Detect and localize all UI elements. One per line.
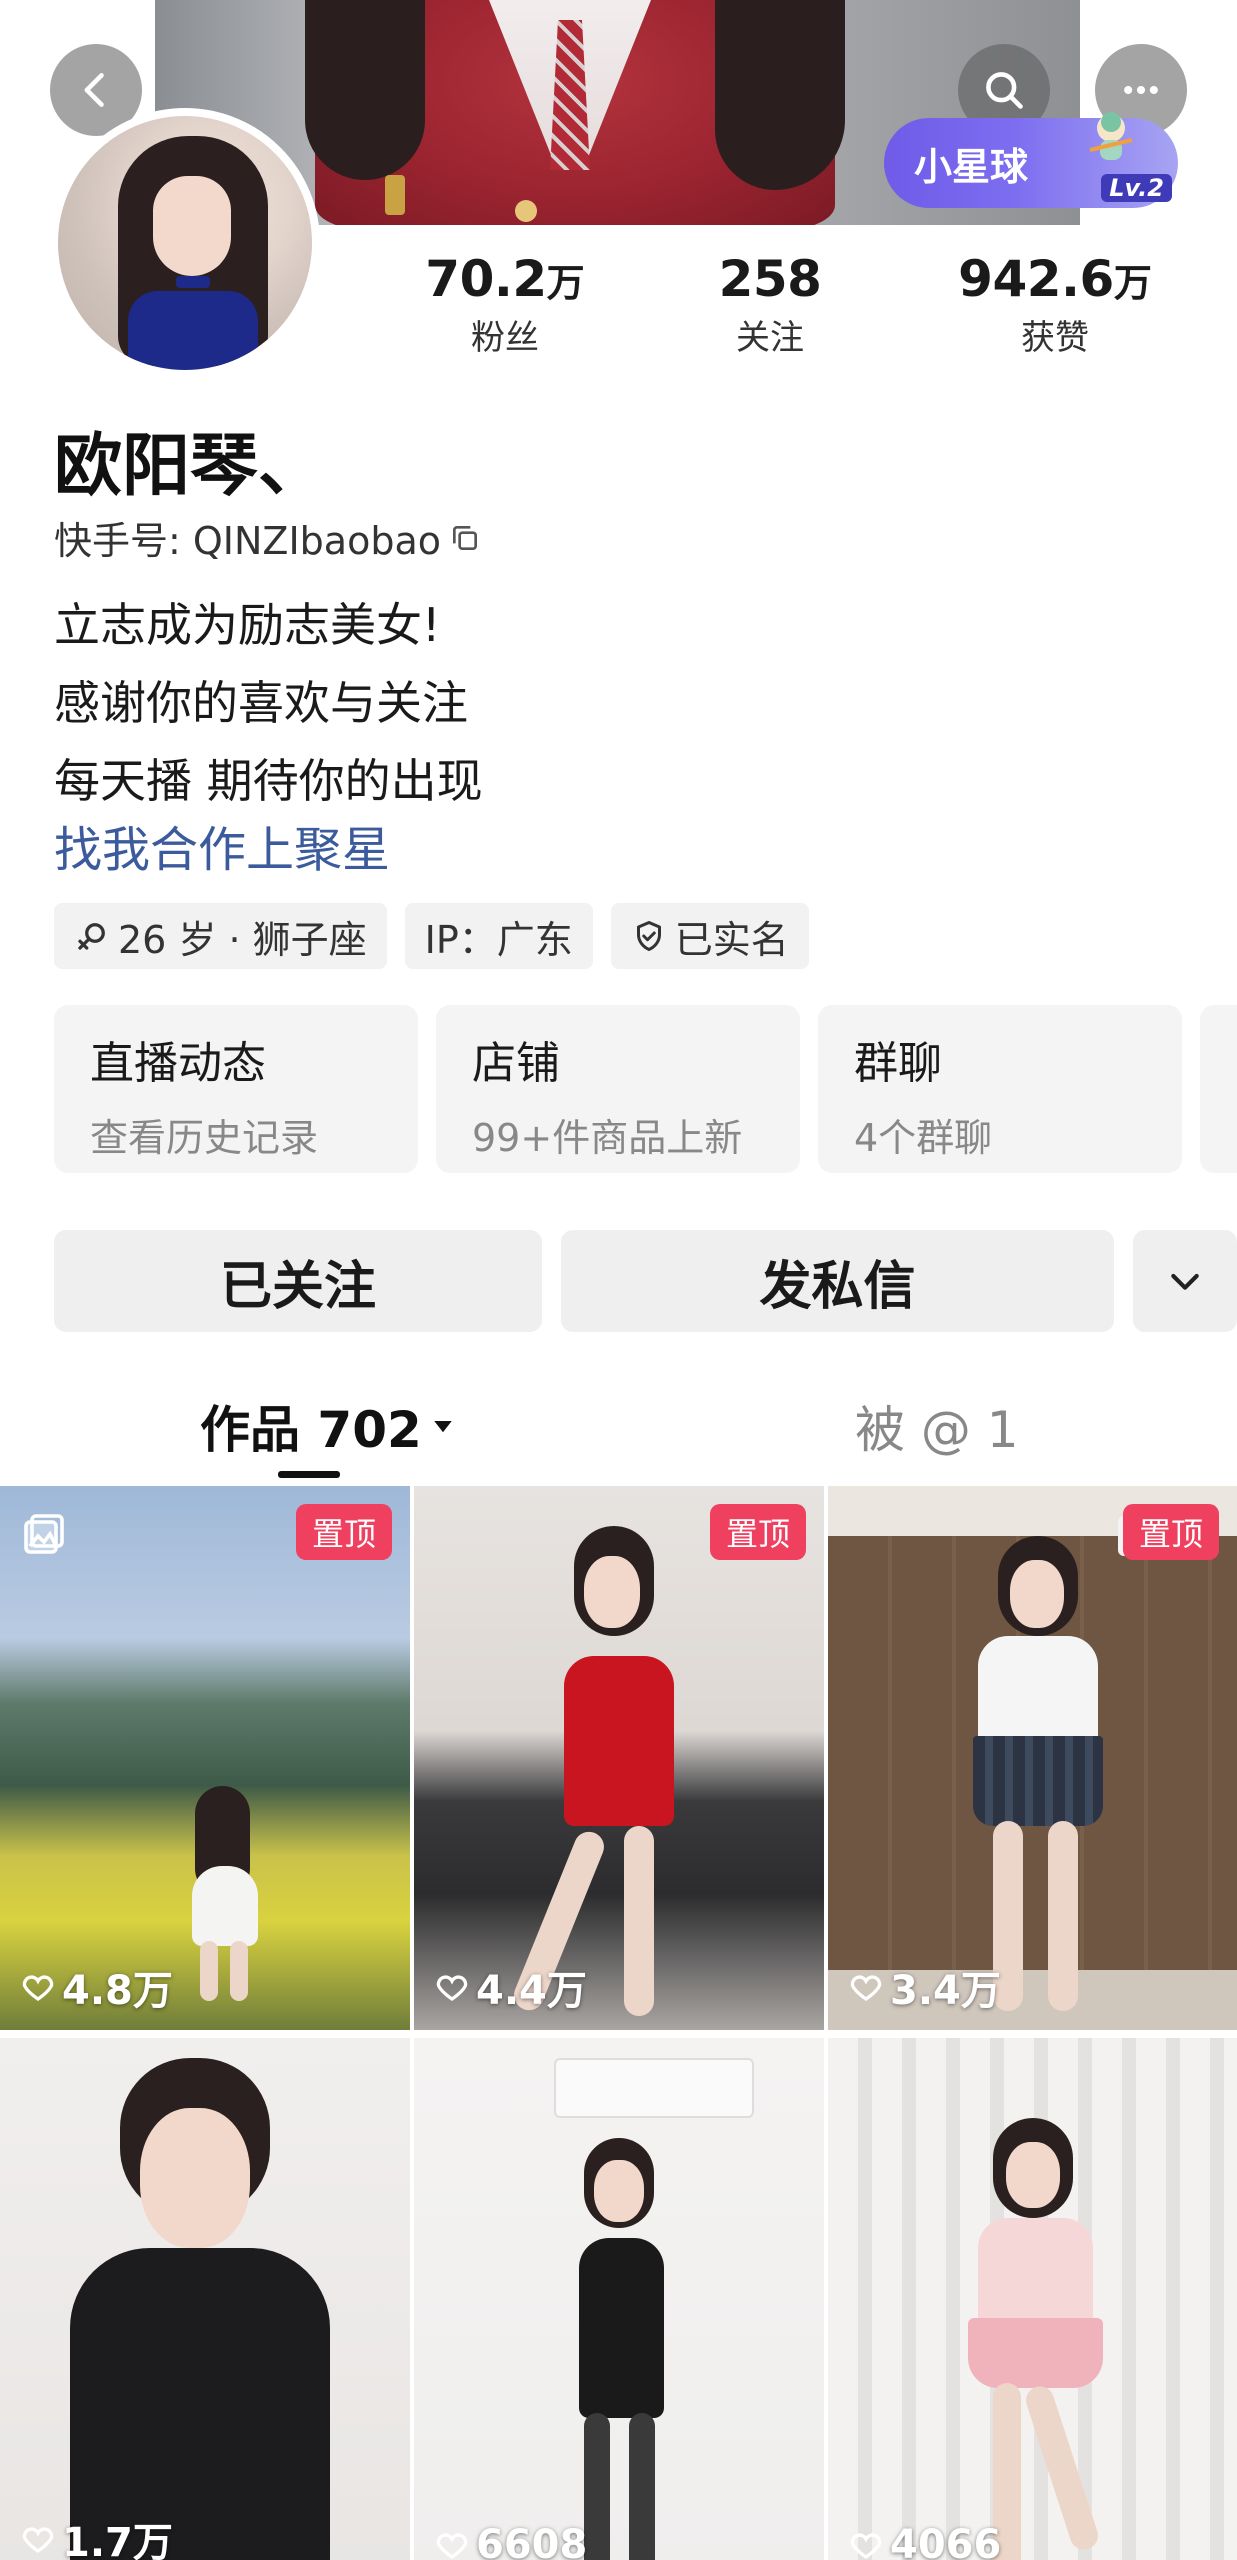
card-subtitle: 4个群聊	[854, 1116, 993, 1160]
live-history-card[interactable]: 直播动态 查看历史记录	[54, 1005, 418, 1173]
video-likes: 1.7万	[20, 2510, 173, 2560]
heart-icon	[22, 2527, 54, 2553]
profile-name: 欧阳琴、	[54, 427, 327, 506]
video-likes: 4.4万	[434, 1958, 587, 2016]
more-card-partial[interactable]	[1200, 1005, 1237, 1173]
video-grid: 置顶 4.8万 置顶 4.4万 置顶 3.4万 1.7万 6608 4066	[0, 1486, 1237, 2560]
heart-icon	[850, 2533, 882, 2559]
video-likes-count: 6608	[476, 2522, 588, 2560]
verified-tag-text: 已实名	[674, 917, 789, 962]
shop-card[interactable]: 店铺 99+件商品上新	[436, 1005, 800, 1173]
age-tag: 26 岁 · 狮子座	[54, 903, 387, 969]
bio-line: 每天播 期待你的出现	[54, 754, 483, 808]
video-likes: 6608	[434, 2522, 587, 2560]
caret-down-icon	[434, 1421, 452, 1433]
heart-icon	[436, 1975, 468, 2001]
expand-button[interactable]	[1133, 1230, 1237, 1332]
tab-works-label: 作品 702	[200, 1401, 422, 1459]
following-count: 258	[718, 250, 822, 308]
video-likes-count: 4066	[890, 2522, 1002, 2560]
planet-level-badge[interactable]: 小星球 Lv.2	[884, 112, 1178, 208]
kwai-id[interactable]: 快手号: QINZIbaobao	[54, 510, 481, 565]
pinned-badge: 置顶	[1123, 1504, 1219, 1560]
copy-icon[interactable]	[449, 522, 481, 554]
likes-stat[interactable]: 942.6万 获赞	[910, 250, 1200, 359]
video-tile[interactable]: 置顶 3.4万	[828, 1486, 1237, 2030]
likes-unit: 万	[1113, 261, 1152, 305]
pinned-badge: 置顶	[296, 1504, 392, 1560]
video-likes-count: 4.4万	[476, 1968, 587, 2014]
video-tile[interactable]: 置顶 4.4万	[414, 1486, 824, 2030]
content-tabs: 作品 702 被 @ 1	[0, 1390, 1237, 1480]
ip-tag: IP：广东	[404, 903, 593, 969]
verified-tag: 已实名	[610, 903, 809, 969]
tab-mentions-label: 被 @ 1	[855, 1401, 1019, 1459]
tab-mentions[interactable]: 被 @ 1	[855, 1390, 1019, 1462]
card-title: 群聊	[854, 1038, 942, 1089]
chevron-down-icon	[1171, 1273, 1199, 1290]
group-chat-card[interactable]: 群聊 4个群聊	[818, 1005, 1182, 1173]
card-title: 直播动态	[90, 1038, 266, 1089]
video-tile[interactable]: 置顶 4.8万	[0, 1486, 410, 2030]
card-title: 店铺	[472, 1038, 560, 1089]
likes-label: 获赞	[1021, 318, 1089, 358]
fans-stat[interactable]: 70.2万 粉丝	[380, 250, 630, 359]
profile-stats: 70.2万 粉丝 258 关注 942.6万 获赞	[380, 250, 1210, 370]
video-likes: 4066	[848, 2522, 1001, 2560]
search-icon	[986, 72, 1023, 109]
planet-badge-label: 小星球	[914, 144, 1029, 189]
kwai-id-text: 快手号: QINZIbaobao	[54, 519, 441, 563]
video-tile[interactable]: 6608	[414, 2038, 824, 2560]
album-icon	[24, 1514, 64, 1554]
video-likes-count: 1.7万	[62, 2520, 173, 2560]
following-stat[interactable]: 258 关注	[680, 250, 860, 359]
profile-tags: 26 岁 · 狮子座 IP：广东 已实名	[54, 903, 809, 969]
ip-tag-text: IP：广东	[424, 917, 573, 962]
card-subtitle: 查看历史记录	[90, 1116, 319, 1160]
planet-level: Lv.2	[1101, 174, 1172, 202]
heart-icon	[22, 1975, 54, 2001]
fans-unit: 万	[546, 261, 585, 305]
age-tag-text: 26 岁 · 狮子座	[118, 917, 367, 962]
bio-line: 立志成为励志美女!	[54, 598, 441, 652]
heart-icon	[436, 2533, 468, 2559]
fans-count: 70.2	[425, 250, 547, 308]
video-likes-count: 4.8万	[62, 1968, 173, 2014]
likes-count: 942.6	[958, 250, 1114, 308]
pinned-badge: 置顶	[710, 1504, 806, 1560]
video-likes-count: 3.4万	[890, 1968, 1001, 2014]
fans-label: 粉丝	[471, 318, 539, 358]
gender-female-icon	[78, 923, 105, 950]
bio: 立志成为励志美女! 感谢你的喜欢与关注 每天播 期待你的出现	[54, 586, 483, 820]
cooperation-link[interactable]: 找我合作上聚星	[54, 810, 390, 880]
video-tile[interactable]: 1.7万	[0, 2038, 410, 2560]
followed-button[interactable]: 已关注	[54, 1230, 542, 1332]
card-subtitle: 99+件商品上新	[472, 1116, 743, 1160]
heart-icon	[850, 1975, 882, 2001]
avatar[interactable]	[50, 108, 320, 378]
feature-cards: 直播动态 查看历史记录 店铺 99+件商品上新 群聊 4个群聊	[54, 1005, 1237, 1175]
send-message-button[interactable]: 发私信	[561, 1230, 1114, 1332]
active-tab-indicator	[278, 1471, 340, 1478]
following-label: 关注	[736, 318, 804, 358]
bio-line: 感谢你的喜欢与关注	[54, 676, 468, 730]
mascot-icon	[1089, 112, 1133, 160]
video-tile[interactable]: 4066	[828, 2038, 1237, 2560]
video-likes: 4.8万	[20, 1958, 173, 2016]
tab-works[interactable]: 作品 702	[200, 1390, 458, 1462]
chevron-left-icon	[84, 73, 104, 107]
video-likes: 3.4万	[848, 1958, 1001, 2016]
shield-check-icon	[636, 921, 661, 951]
